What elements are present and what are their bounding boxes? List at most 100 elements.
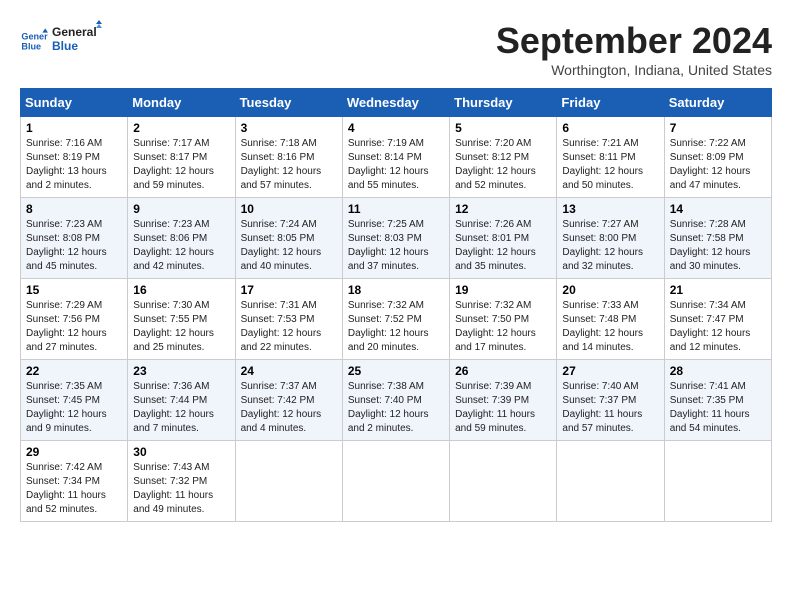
day-info: Sunrise: 7:43 AMSunset: 7:32 PMDaylight:… [133,461,229,517]
calendar-day-cell: 30 Sunrise: 7:43 AMSunset: 7:32 PMDayligh… [128,441,235,522]
day-info: Sunrise: 7:39 AMSunset: 7:39 PMDaylight:… [455,380,551,436]
day-info: Sunrise: 7:21 AMSunset: 8:11 PMDaylight:… [562,137,658,193]
day-info: Sunrise: 7:41 AMSunset: 7:35 PMDaylight:… [670,380,766,436]
day-info: Sunrise: 7:30 AMSunset: 7:55 PMDaylight:… [133,299,229,355]
calendar-day-cell: 21Sunrise: 7:34 AMSunset: 7:47 PMDayligh… [664,279,771,360]
calendar-day-cell: 23 Sunrise: 7:36 AMSunset: 7:44 PMDayligh… [128,360,235,441]
calendar-day-cell: 19Sunrise: 7:32 AMSunset: 7:50 PMDayligh… [450,279,557,360]
logo-bird-icon: General Blue [52,20,102,56]
calendar-week-row: 8 Sunrise: 7:23 AMSunset: 8:08 PMDaylight… [21,198,772,279]
day-number: 7 [670,121,766,135]
calendar-day-cell: 17 Sunrise: 7:31 AMSunset: 7:53 PMDayligh… [235,279,342,360]
calendar-day-cell: 2Sunrise: 7:17 AMSunset: 8:17 PMDaylight… [128,117,235,198]
calendar-subtitle: Worthington, Indiana, United States [496,62,772,78]
calendar-day-cell: 15 Sunrise: 7:29 AMSunset: 7:56 PMDayligh… [21,279,128,360]
weekday-header-wednesday: Wednesday [342,89,449,117]
weekday-header-monday: Monday [128,89,235,117]
calendar-day-cell: 9 Sunrise: 7:23 AMSunset: 8:06 PMDaylight… [128,198,235,279]
day-info: Sunrise: 7:23 AMSunset: 8:06 PMDaylight:… [133,218,229,274]
day-info: Sunrise: 7:31 AMSunset: 7:53 PMDaylight:… [241,299,337,355]
weekday-header-saturday: Saturday [664,89,771,117]
calendar-week-row: 29Sunrise: 7:42 AMSunset: 7:34 PMDayligh… [21,441,772,522]
day-number: 30 [133,445,229,459]
day-info: Sunrise: 7:32 AMSunset: 7:50 PMDaylight:… [455,299,551,355]
calendar-day-cell: 28 Sunrise: 7:41 AMSunset: 7:35 PMDayligh… [664,360,771,441]
day-info: Sunrise: 7:42 AMSunset: 7:34 PMDaylight:… [26,461,122,517]
day-number: 28 [670,364,766,378]
day-number: 27 [562,364,658,378]
day-info: Sunrise: 7:19 AMSunset: 8:14 PMDaylight:… [348,137,444,193]
day-number: 22 [26,364,122,378]
calendar-day-cell: 1Sunrise: 7:16 AMSunset: 8:19 PMDaylight… [21,117,128,198]
calendar-day-cell: 24Sunrise: 7:37 AMSunset: 7:42 PMDayligh… [235,360,342,441]
calendar-day-cell: 20 Sunrise: 7:33 AMSunset: 7:48 PMDayligh… [557,279,664,360]
day-info: Sunrise: 7:36 AMSunset: 7:44 PMDaylight:… [133,380,229,436]
calendar-day-cell: 27Sunrise: 7:40 AMSunset: 7:37 PMDayligh… [557,360,664,441]
calendar-day-cell: 29Sunrise: 7:42 AMSunset: 7:34 PMDayligh… [21,441,128,522]
calendar-week-row: 22 Sunrise: 7:35 AMSunset: 7:45 PMDayligh… [21,360,772,441]
calendar-day-cell [342,441,449,522]
day-number: 17 [241,283,337,297]
svg-text:General: General [21,31,48,41]
calendar-day-cell: 8 Sunrise: 7:23 AMSunset: 8:08 PMDaylight… [21,198,128,279]
day-info: Sunrise: 7:29 AMSunset: 7:56 PMDaylight:… [26,299,122,355]
weekday-header-row: SundayMondayTuesdayWednesdayThursdayFrid… [21,89,772,117]
day-info: Sunrise: 7:27 AMSunset: 8:00 PMDaylight:… [562,218,658,274]
day-info: Sunrise: 7:26 AMSunset: 8:01 PMDaylight:… [455,218,551,274]
day-number: 4 [348,121,444,135]
day-info: Sunrise: 7:23 AMSunset: 8:08 PMDaylight:… [26,218,122,274]
calendar-day-cell: 22 Sunrise: 7:35 AMSunset: 7:45 PMDayligh… [21,360,128,441]
calendar-week-row: 15 Sunrise: 7:29 AMSunset: 7:56 PMDayligh… [21,279,772,360]
svg-text:Blue: Blue [52,39,78,53]
day-number: 12 [455,202,551,216]
day-info: Sunrise: 7:33 AMSunset: 7:48 PMDaylight:… [562,299,658,355]
logo-icon: General Blue [20,27,48,55]
calendar-header: SundayMondayTuesdayWednesdayThursdayFrid… [21,89,772,117]
day-info: Sunrise: 7:20 AMSunset: 8:12 PMDaylight:… [455,137,551,193]
calendar-title: September 2024 [496,20,772,62]
logo: General Blue General Blue [20,20,102,61]
day-number: 24 [241,364,337,378]
title-block: September 2024 Worthington, Indiana, Uni… [496,20,772,78]
day-number: 6 [562,121,658,135]
day-info: Sunrise: 7:35 AMSunset: 7:45 PMDaylight:… [26,380,122,436]
calendar-day-cell: 11Sunrise: 7:25 AMSunset: 8:03 PMDayligh… [342,198,449,279]
weekday-header-thursday: Thursday [450,89,557,117]
day-info: Sunrise: 7:17 AMSunset: 8:17 PMDaylight:… [133,137,229,193]
calendar-table: SundayMondayTuesdayWednesdayThursdayFrid… [20,88,772,522]
day-number: 15 [26,283,122,297]
day-number: 14 [670,202,766,216]
day-number: 5 [455,121,551,135]
day-number: 23 [133,364,229,378]
day-info: Sunrise: 7:18 AMSunset: 8:16 PMDaylight:… [241,137,337,193]
calendar-day-cell [450,441,557,522]
day-number: 9 [133,202,229,216]
calendar-day-cell: 26Sunrise: 7:39 AMSunset: 7:39 PMDayligh… [450,360,557,441]
calendar-day-cell: 18Sunrise: 7:32 AMSunset: 7:52 PMDayligh… [342,279,449,360]
day-info: Sunrise: 7:28 AMSunset: 7:58 PMDaylight:… [670,218,766,274]
calendar-day-cell: 25 Sunrise: 7:38 AMSunset: 7:40 PMDayligh… [342,360,449,441]
day-info: Sunrise: 7:22 AMSunset: 8:09 PMDaylight:… [670,137,766,193]
day-info: Sunrise: 7:38 AMSunset: 7:40 PMDaylight:… [348,380,444,436]
calendar-day-cell [664,441,771,522]
day-number: 11 [348,202,444,216]
calendar-day-cell: 12 Sunrise: 7:26 AMSunset: 8:01 PMDayligh… [450,198,557,279]
day-number: 10 [241,202,337,216]
calendar-day-cell: 7 Sunrise: 7:22 AMSunset: 8:09 PMDaylight… [664,117,771,198]
calendar-day-cell: 16Sunrise: 7:30 AMSunset: 7:55 PMDayligh… [128,279,235,360]
calendar-day-cell: 5 Sunrise: 7:20 AMSunset: 8:12 PMDaylight… [450,117,557,198]
day-number: 20 [562,283,658,297]
calendar-day-cell: 6 Sunrise: 7:21 AMSunset: 8:11 PMDaylight… [557,117,664,198]
day-number: 25 [348,364,444,378]
weekday-header-sunday: Sunday [21,89,128,117]
day-number: 13 [562,202,658,216]
day-info: Sunrise: 7:32 AMSunset: 7:52 PMDaylight:… [348,299,444,355]
day-number: 1 [26,121,122,135]
calendar-day-cell: 10Sunrise: 7:24 AMSunset: 8:05 PMDayligh… [235,198,342,279]
calendar-day-cell: 13 Sunrise: 7:27 AMSunset: 8:00 PMDayligh… [557,198,664,279]
calendar-day-cell: 4 Sunrise: 7:19 AMSunset: 8:14 PMDaylight… [342,117,449,198]
day-number: 8 [26,202,122,216]
svg-text:Blue: Blue [21,41,41,51]
svg-text:General: General [52,25,97,39]
weekday-header-tuesday: Tuesday [235,89,342,117]
